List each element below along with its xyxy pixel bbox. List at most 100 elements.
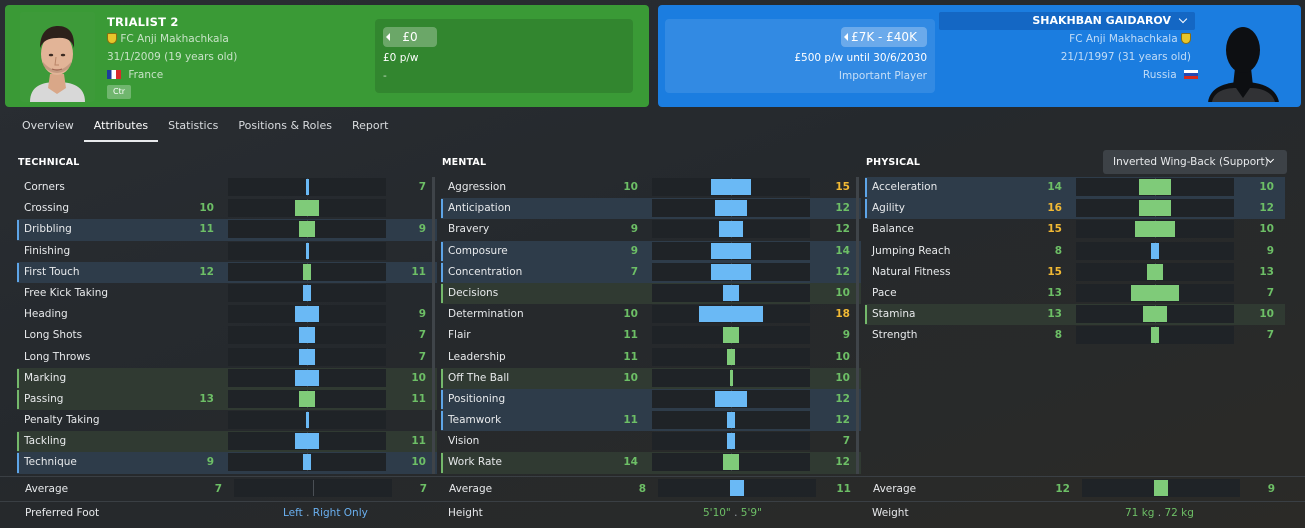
average-value-right: 7 bbox=[419, 483, 427, 495]
club-line-left: FC Anji Makhachkala bbox=[107, 33, 229, 45]
comparison-bar-track bbox=[1076, 326, 1234, 345]
average-bar-track bbox=[1082, 479, 1240, 497]
attribute-value-right: 18 bbox=[835, 308, 850, 321]
value-pill-right[interactable]: £7K - £40K bbox=[841, 27, 927, 47]
attribute-row-natural-fitness[interactable]: Natural Fitness 15 13 bbox=[865, 262, 1285, 283]
attribute-row-anticipation[interactable]: Anticipation 12 bbox=[441, 198, 861, 220]
attribute-row-technique[interactable]: Technique 9 10 bbox=[17, 452, 437, 474]
attribute-value-left: 13 bbox=[1047, 308, 1062, 321]
attribute-row-marking[interactable]: Marking 10 bbox=[17, 367, 437, 389]
attribute-row-decisions[interactable]: Decisions 10 bbox=[441, 282, 861, 305]
comparison-bar bbox=[723, 284, 739, 301]
comparison-bar bbox=[727, 348, 735, 365]
comparison-bar-track bbox=[228, 262, 386, 281]
attribute-row-determination[interactable]: Determination 10 18 bbox=[441, 304, 861, 325]
squad-status-right: Important Player bbox=[838, 70, 927, 82]
contract-box-right: £7K - £40K £500 p/w until 30/6/2030 Impo… bbox=[665, 19, 935, 93]
attribute-row-penalty-taking[interactable]: Penalty Taking bbox=[17, 410, 437, 431]
attribute-row-crossing[interactable]: Crossing 10 bbox=[17, 198, 437, 219]
attribute-value-left: 9 bbox=[630, 244, 638, 257]
attribute-row-first-touch[interactable]: First Touch 12 11 bbox=[17, 261, 437, 283]
attribute-value-left: 16 bbox=[1047, 202, 1062, 215]
attribute-row-jumping-reach[interactable]: Jumping Reach 8 9 bbox=[865, 241, 1285, 262]
attribute-row-leadership[interactable]: Leadership 11 10 bbox=[441, 347, 861, 368]
attribute-name: Technique bbox=[24, 456, 77, 469]
attribute-row-concentration[interactable]: Concentration 7 12 bbox=[441, 261, 861, 283]
attribute-row-positioning[interactable]: Positioning 12 bbox=[441, 388, 861, 411]
attribute-row-balance[interactable]: Balance 15 10 bbox=[865, 219, 1285, 240]
attribute-row-acceleration[interactable]: Acceleration 14 10 bbox=[865, 177, 1285, 199]
attribute-row-teamwork[interactable]: Teamwork 11 12 bbox=[441, 410, 861, 432]
attribute-value-left: 15 bbox=[1047, 223, 1062, 236]
attribute-value-right: 15 bbox=[835, 181, 850, 193]
attribute-row-stamina[interactable]: Stamina 13 10 bbox=[865, 304, 1285, 326]
attribute-value-right: 10 bbox=[835, 286, 850, 299]
comparison-bar bbox=[303, 263, 311, 280]
comparison-bar bbox=[1151, 242, 1159, 259]
attribute-row-vision[interactable]: Vision 7 bbox=[441, 431, 861, 452]
attribute-value-right: 10 bbox=[835, 350, 850, 363]
player-name-left[interactable]: TRIALIST 2 bbox=[107, 15, 179, 29]
attribute-value-right: 12 bbox=[835, 414, 850, 427]
value-separator: . bbox=[306, 507, 310, 519]
attribute-name: Work Rate bbox=[448, 456, 503, 469]
comparison-bar-track bbox=[1076, 178, 1234, 196]
tab-attributes[interactable]: Attributes bbox=[83, 114, 159, 142]
attribute-name: Balance bbox=[872, 223, 914, 236]
attribute-row-work-rate[interactable]: Work Rate 14 12 bbox=[441, 452, 861, 474]
nationality-right[interactable]: Russia bbox=[1143, 69, 1177, 81]
attribute-row-pace[interactable]: Pace 13 7 bbox=[865, 283, 1285, 304]
comparison-bar-track bbox=[228, 326, 386, 345]
attribute-row-strength[interactable]: Strength 8 7 bbox=[865, 325, 1285, 346]
attribute-row-flair[interactable]: Flair 11 9 bbox=[441, 325, 861, 346]
attribute-row-corners[interactable]: Corners 7 bbox=[17, 177, 437, 198]
attribute-row-aggression[interactable]: Aggression 10 15 bbox=[441, 177, 861, 198]
value-pill-left[interactable]: £0 bbox=[383, 27, 437, 47]
attribute-value-left: 14 bbox=[623, 456, 638, 469]
height-right: 5'9" bbox=[740, 507, 762, 519]
attribute-row-off-the-ball[interactable]: Off The Ball 10 10 bbox=[441, 367, 861, 389]
attribute-row-heading[interactable]: Heading 9 bbox=[17, 304, 437, 325]
attribute-row-bravery[interactable]: Bravery 9 12 bbox=[441, 219, 861, 240]
attribute-value-right: 12 bbox=[835, 202, 850, 215]
france-flag-icon bbox=[107, 70, 121, 79]
attribute-value-right: 12 bbox=[835, 223, 850, 236]
attribute-row-free-kick-taking[interactable]: Free Kick Taking bbox=[17, 283, 437, 304]
comparison-bar-track bbox=[1076, 262, 1234, 281]
role-select-dropdown[interactable]: Inverted Wing-Back (Support) bbox=[1103, 150, 1287, 174]
comparison-bar-track bbox=[228, 411, 386, 430]
attribute-value-right: 7 bbox=[418, 181, 426, 193]
club-name-right[interactable]: FC Anji Makhachkala bbox=[1069, 33, 1178, 45]
attribute-value-right: 9 bbox=[418, 308, 426, 321]
player-photo-left[interactable] bbox=[20, 12, 95, 102]
tab-statistics[interactable]: Statistics bbox=[158, 114, 228, 142]
attribute-value-right: 10 bbox=[1259, 223, 1274, 236]
divider bbox=[0, 501, 1305, 502]
player-photo-right[interactable] bbox=[1206, 12, 1281, 102]
comparison-bar-track bbox=[228, 453, 386, 472]
player-name-right: SHAKHBAN GAIDAROV bbox=[1032, 14, 1171, 27]
attribute-row-long-throws[interactable]: Long Throws 7 bbox=[17, 347, 437, 368]
attribute-row-long-shots[interactable]: Long Shots 7 bbox=[17, 325, 437, 346]
tab-overview[interactable]: Overview bbox=[12, 114, 84, 142]
attribute-row-agility[interactable]: Agility 16 12 bbox=[865, 198, 1285, 220]
column-divider bbox=[432, 177, 435, 474]
player-card-left: TRIALIST 2 FC Anji Makhachkala 31/1/2009… bbox=[5, 5, 649, 107]
nationality-left[interactable]: France bbox=[128, 69, 163, 81]
attribute-name: Heading bbox=[24, 308, 68, 321]
contract-box-left: £0 £0 p/w - bbox=[375, 19, 633, 93]
comparison-bar bbox=[305, 412, 309, 429]
tab-positions-roles[interactable]: Positions & Roles bbox=[228, 114, 342, 142]
attribute-row-tackling[interactable]: Tackling 11 bbox=[17, 431, 437, 453]
comparison-bar-track bbox=[1076, 199, 1234, 218]
club-name-left[interactable]: FC Anji Makhachkala bbox=[120, 33, 229, 45]
attribute-row-passing[interactable]: Passing 13 11 bbox=[17, 388, 437, 411]
attribute-row-finishing[interactable]: Finishing bbox=[17, 241, 437, 262]
player-select-dropdown[interactable]: SHAKHBAN GAIDAROV bbox=[939, 12, 1195, 30]
attribute-row-dribbling[interactable]: Dribbling 11 9 bbox=[17, 219, 437, 241]
club-line-right: FC Anji Makhachkala bbox=[1069, 33, 1191, 45]
attribute-row-composure[interactable]: Composure 9 14 bbox=[441, 240, 861, 262]
comparison-bar bbox=[729, 369, 733, 386]
average-value-left: 12 bbox=[1055, 483, 1070, 495]
tab-report[interactable]: Report bbox=[342, 114, 398, 142]
